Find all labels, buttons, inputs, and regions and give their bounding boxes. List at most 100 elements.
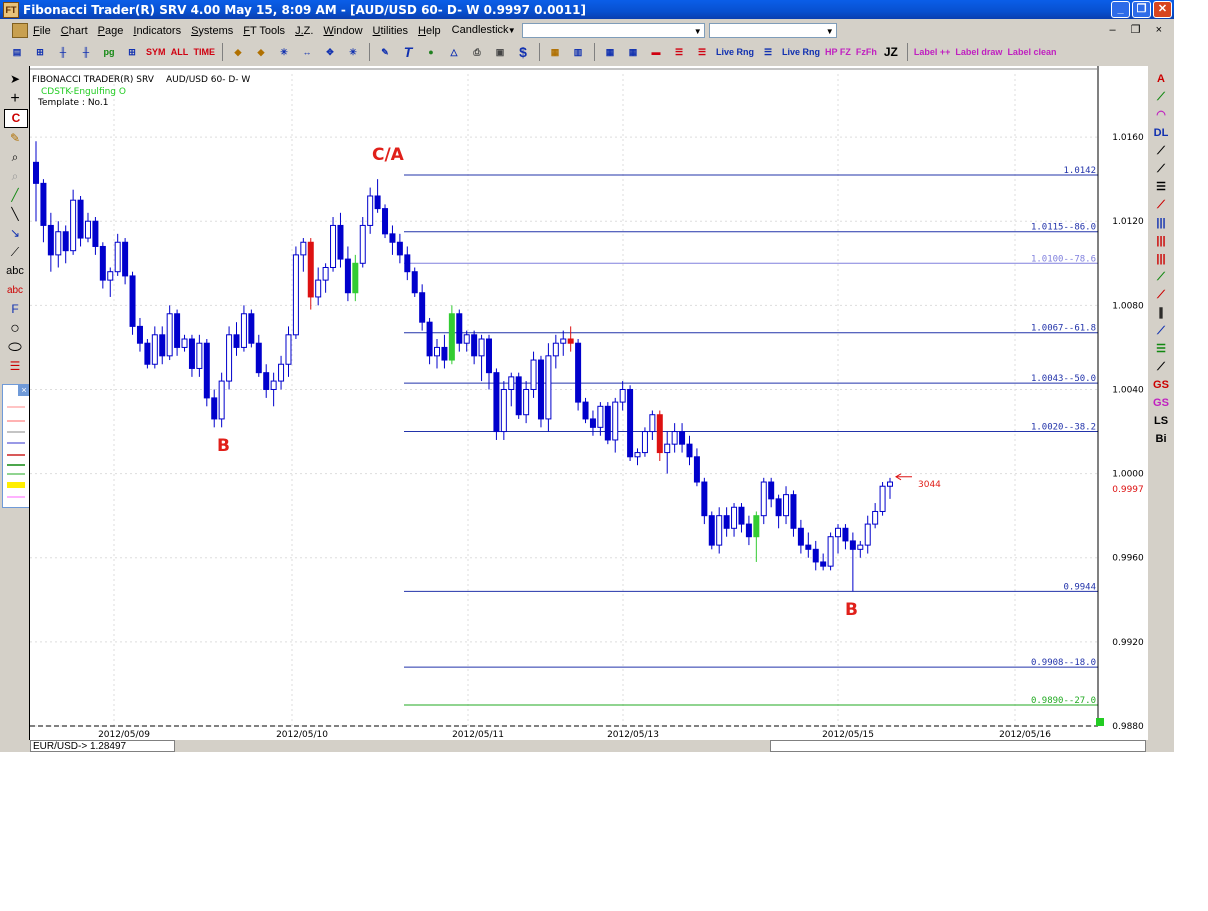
bar-red-icon[interactable]: ▬ [647, 43, 665, 61]
range-lines-icon[interactable]: ☰ [759, 43, 777, 61]
eraser-icon[interactable]: ✎ [4, 130, 26, 147]
menu-indicators[interactable]: Indicators [128, 25, 186, 37]
grid-icon[interactable]: ⊞ [123, 43, 141, 61]
app-icon[interactable]: FT [3, 1, 19, 18]
fz-fh-button[interactable]: FzFh [856, 43, 877, 61]
gs-button[interactable]: GS [1150, 395, 1172, 411]
arc-icon[interactable]: ◠ [1150, 107, 1172, 123]
print-icon[interactable]: ⎙ [468, 43, 486, 61]
circle-icon[interactable]: ○ [4, 320, 26, 337]
horizontal-lines-icon[interactable]: ☰ [1150, 179, 1172, 195]
layers-icon[interactable]: ◆ [229, 43, 247, 61]
magnify-icon[interactable]: ⌕ [4, 149, 26, 166]
cursor-icon[interactable]: ➤ [4, 71, 26, 88]
print-preview-icon[interactable]: ▣ [491, 43, 509, 61]
ray-icon[interactable]: ↘ [4, 225, 26, 242]
vertical-lines-icon[interactable]: ||| [1150, 251, 1172, 267]
ellipse-icon[interactable]: ⬭ [4, 339, 26, 356]
menu-utilities[interactable]: Utilities [368, 25, 413, 37]
hp-fz-button[interactable]: HP FZ [825, 43, 851, 61]
menu-window[interactable]: Window [318, 25, 367, 37]
trendline-icon[interactable]: ╲ [4, 206, 26, 223]
chart-panel[interactable]: 1.0142 1.0115--86.0 1.0100--78.6 1.0067--61… [29, 66, 1148, 740]
text-label-icon[interactable]: abc [4, 263, 26, 280]
chart-type-select[interactable]: Candlestick ▼ [449, 23, 518, 38]
window-cascade-icon[interactable]: ▦ [624, 43, 642, 61]
menu-chart[interactable]: Chart [56, 25, 93, 37]
move-icon[interactable]: ✥ [321, 43, 339, 61]
layers-add-icon[interactable]: ◆ [252, 43, 270, 61]
vertical-lines-red-icon[interactable]: ||| [1150, 233, 1172, 249]
menu-systems[interactable]: Systems [186, 25, 238, 37]
delete-text-icon[interactable]: abc [4, 282, 26, 299]
speed-lines-icon[interactable]: ⟋ [1150, 359, 1172, 375]
menu-file[interactable]: File [28, 25, 56, 37]
bars-1-icon[interactable]: ╫ [54, 43, 72, 61]
vertical-lines-blue-icon[interactable]: ||| [1150, 215, 1172, 231]
bi-button[interactable]: Bi [1150, 431, 1172, 447]
all-icon[interactable]: ALL [171, 43, 189, 61]
traffic-light-icon[interactable]: ● [422, 43, 440, 61]
magnify-disabled-icon[interactable]: ⌕ [4, 168, 26, 185]
object-list-icon[interactable]: ▥ [569, 43, 587, 61]
trendline-green-icon[interactable]: ╱ [4, 187, 26, 204]
fan-green-icon[interactable]: ⟋ [1150, 89, 1172, 105]
menu-ft-tools[interactable]: FT Tools [238, 25, 290, 37]
price-chart[interactable]: 1.0142 1.0115--86.0 1.0100--78.6 1.0067--61… [30, 66, 1148, 740]
time-icon[interactable]: TIME [194, 43, 216, 61]
text-tool-icon[interactable]: T [399, 43, 417, 61]
label-clean-button[interactable]: Label clean [1007, 43, 1056, 61]
projection-icon[interactable]: ⟋ [1150, 287, 1172, 303]
minimize-button[interactable]: _ [1111, 1, 1130, 18]
channel-blue-icon[interactable]: ⟋ [1150, 323, 1172, 339]
fan-red-icon[interactable]: ⟋ [1150, 197, 1172, 213]
label-draw-button[interactable]: Label draw [955, 43, 1002, 61]
menu-help[interactable]: Help [413, 25, 446, 37]
candle [612, 397, 619, 453]
wave-icon[interactable]: ⟋ [1150, 269, 1172, 285]
title-bar[interactable]: FT Fibonacci Trader(R) SRV 4.00 May 15, … [0, 0, 1174, 19]
fib-tool-icon[interactable]: F [4, 301, 26, 318]
label-add-button[interactable]: Label ++ [914, 43, 951, 61]
dollar-icon[interactable]: $ [514, 43, 532, 61]
cycle-icon[interactable]: ☰ [1150, 341, 1172, 357]
text-a-icon[interactable]: A [1150, 71, 1172, 87]
dl-button[interactable]: DL [1150, 125, 1172, 141]
object-icon[interactable]: ▦ [546, 43, 564, 61]
pg-icon[interactable]: pg [100, 43, 118, 61]
pen-icon[interactable]: ✎ [376, 43, 394, 61]
live-range-button[interactable]: Live Rng [716, 43, 754, 61]
fib-lines-icon[interactable]: ☰ [670, 43, 688, 61]
candle-body [679, 431, 686, 445]
channel-icon[interactable]: ⟋ [4, 244, 26, 261]
menu-page[interactable]: Page [93, 25, 129, 37]
stretch-icon[interactable]: ↔ [298, 43, 316, 61]
chart-settings-icon[interactable]: ⊞ [31, 43, 49, 61]
line-style-palette[interactable]: × [2, 384, 31, 508]
fib-lines-2-icon[interactable]: ☰ [693, 43, 711, 61]
new-chart-icon[interactable]: ▤ [8, 43, 26, 61]
close-button[interactable]: ✕ [1153, 1, 1172, 18]
live-range-2-button[interactable]: Live Rng [782, 43, 820, 61]
alert-icon[interactable]: △ [445, 43, 463, 61]
sym-icon[interactable]: SYM [146, 43, 166, 61]
symbol-combo[interactable]: ▼ [521, 23, 705, 38]
gs-red-button[interactable]: GS [1150, 377, 1172, 393]
zoom-icon[interactable]: ✳ [344, 43, 362, 61]
mdi-controls[interactable]: – ❐ × [1109, 23, 1168, 36]
bars-2-icon[interactable]: ╫ [77, 43, 95, 61]
maximize-button[interactable]: ❐ [1132, 1, 1151, 18]
color-lines-icon[interactable]: ☰ [4, 358, 26, 375]
gann-fan-icon[interactable]: ⟋ [1150, 143, 1172, 159]
magnet-icon[interactable]: C [4, 109, 28, 128]
parallel-lines-icon[interactable]: ∥ [1150, 305, 1172, 321]
crosshair-icon[interactable]: + [4, 90, 26, 107]
window-tile-icon[interactable]: ▦ [601, 43, 619, 61]
pitchfork-icon[interactable]: ⟋ [1150, 161, 1172, 177]
template-combo[interactable]: ▼ [708, 23, 837, 38]
expand-icon[interactable]: ✳ [275, 43, 293, 61]
document-icon[interactable] [12, 23, 28, 38]
ls-button[interactable]: LS [1150, 413, 1172, 429]
menu-jz[interactable]: J.Z. [290, 25, 318, 37]
jz-button[interactable]: JZ [882, 43, 900, 61]
